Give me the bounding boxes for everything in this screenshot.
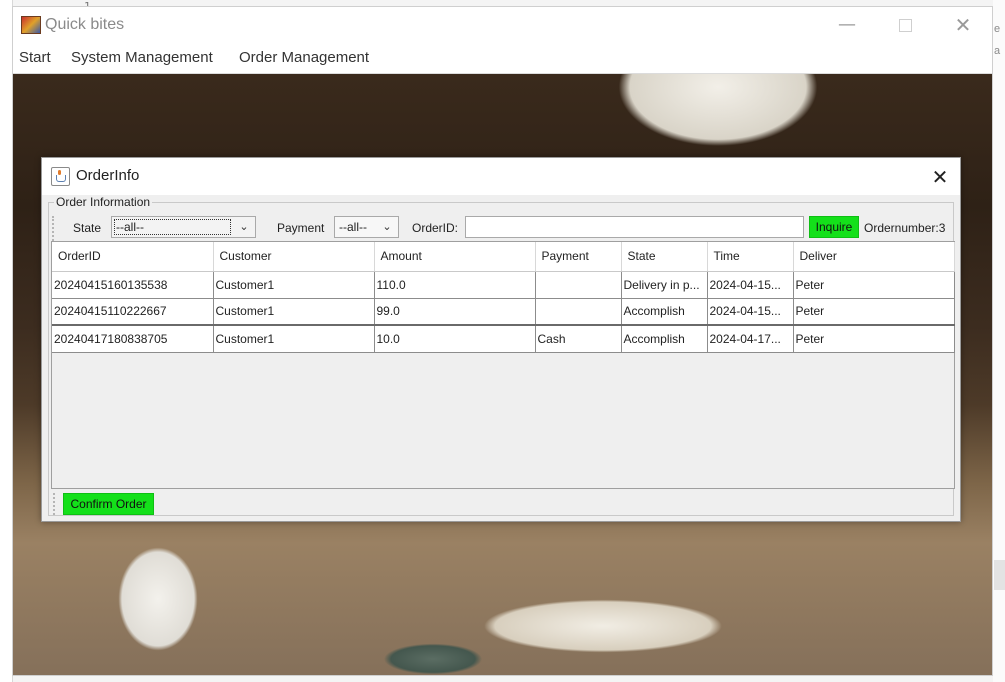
state-select-value: --all-- [116, 220, 144, 234]
payment-label: Payment [277, 221, 325, 235]
cell-state[interactable]: Accomplish [621, 325, 708, 353]
background-right-text-line: a [994, 45, 1001, 57]
column-header-payment[interactable]: Payment [535, 242, 622, 272]
orderinfo-dialog: OrderInfo ✕ Order Information State --al… [41, 157, 961, 522]
cell-deliver[interactable]: Peter [793, 325, 955, 353]
cell-payment[interactable] [535, 271, 622, 299]
orders-table-area[interactable]: OrderID Customer Amount Payment State Ti… [51, 241, 955, 489]
chevron-down-icon: ⌄ [382, 221, 392, 233]
cell-amount[interactable]: 99.0 [374, 298, 536, 326]
cell-time[interactable]: 2024-04-17... [707, 325, 794, 353]
payment-select-value: --all-- [339, 220, 367, 234]
close-icon: ✕ [954, 13, 972, 37]
toolbar-grip[interactable] [52, 216, 57, 244]
orderid-label: OrderID: [412, 221, 459, 235]
cell-deliver[interactable]: Peter [793, 271, 955, 299]
menu-order-management[interactable]: Order Management [239, 49, 369, 66]
cell-deliver[interactable]: Peter [793, 298, 955, 326]
dialog-close-button[interactable]: ✕ [926, 163, 954, 191]
column-header-amount[interactable]: Amount [374, 242, 536, 272]
java-icon [51, 167, 70, 186]
toolbar-grip[interactable] [53, 493, 58, 515]
order-count-text: Ordernumber:3 [864, 221, 946, 235]
cell-amount[interactable]: 10.0 [374, 325, 536, 353]
orderid-input[interactable] [465, 216, 804, 238]
order-information-group: Order Information State --all-- ⌄ Paymen… [48, 195, 955, 517]
cell-state[interactable]: Accomplish [621, 298, 708, 326]
state-label: State [73, 221, 102, 235]
cell-time[interactable]: 2024-04-15... [707, 298, 794, 326]
cell-payment[interactable] [535, 298, 622, 326]
inquire-button[interactable]: Inquire [809, 216, 859, 238]
background-right-text: e a [994, 18, 1000, 62]
window-close-button[interactable]: ✕ [943, 11, 983, 39]
column-header-time[interactable]: Time [707, 242, 794, 272]
bottom-toolbar: Confirm Order [51, 491, 955, 517]
cell-time[interactable]: 2024-04-15... [707, 271, 794, 299]
cell-orderid[interactable]: 20240415110222667 [52, 298, 214, 326]
background-right-box [994, 560, 1005, 590]
confirm-order-button[interactable]: Confirm Order [63, 493, 154, 515]
app-logo-icon [21, 16, 41, 34]
cell-customer[interactable]: Customer1 [213, 271, 375, 299]
window-title-bar[interactable]: Quick bites — ✕ [13, 7, 992, 45]
minimize-icon: — [838, 14, 856, 35]
table-row[interactable]: 20240415160135538 Customer1 110.0 Delive… [52, 271, 955, 299]
cell-orderid[interactable]: 20240415160135538 [52, 271, 214, 299]
cell-payment[interactable]: Cash [535, 325, 622, 353]
minimize-button[interactable]: — [827, 11, 867, 39]
chevron-down-icon: ⌄ [239, 221, 249, 233]
cell-customer[interactable]: Customer1 [213, 325, 375, 353]
cell-customer[interactable]: Customer1 [213, 298, 375, 326]
column-header-orderid[interactable]: OrderID [52, 242, 214, 272]
menu-start[interactable]: Start [19, 49, 51, 66]
menu-bar: Start System Management Order Management [13, 45, 992, 74]
cell-orderid[interactable]: 20240417180838705 [52, 325, 214, 353]
column-header-state[interactable]: State [621, 242, 708, 272]
payment-select[interactable]: --all-- ⌄ [334, 216, 399, 238]
column-header-deliver[interactable]: Deliver [793, 242, 955, 272]
cell-amount[interactable]: 110.0 [374, 271, 536, 299]
table-row[interactable]: 20240415110222667 Customer1 99.0 Accompl… [52, 298, 955, 326]
dialog-title-bar[interactable]: OrderInfo ✕ [42, 158, 960, 195]
maximize-icon [898, 19, 912, 32]
group-label: Order Information [54, 195, 153, 209]
window-title: Quick bites [45, 16, 125, 33]
maximize-button[interactable] [885, 11, 925, 39]
close-icon: ✕ [931, 165, 949, 189]
column-header-customer[interactable]: Customer [213, 242, 375, 272]
state-select[interactable]: --all-- ⌄ [111, 216, 256, 238]
table-row[interactable]: 20240417180838705 Customer1 10.0 Cash Ac… [52, 325, 955, 353]
dialog-title: OrderInfo [76, 167, 140, 184]
cell-state[interactable]: Delivery in p... [621, 271, 708, 299]
table-header-row: OrderID Customer Amount Payment State Ti… [52, 242, 955, 272]
menu-system-management[interactable]: System Management [71, 49, 213, 66]
background-right-text-line: e [994, 23, 1001, 35]
orders-table: OrderID Customer Amount Payment State Ti… [52, 242, 955, 353]
